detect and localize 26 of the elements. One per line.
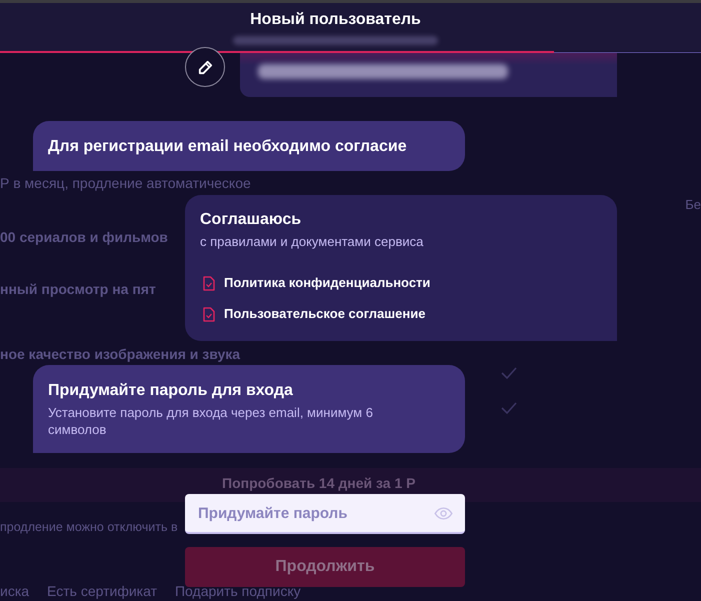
footer-link[interactable]: иска xyxy=(0,585,30,597)
pencil-icon xyxy=(196,58,214,76)
document-icon xyxy=(203,276,215,290)
check-icon xyxy=(500,401,518,415)
check-icon xyxy=(500,366,518,380)
dialog-title: Новый пользователь xyxy=(250,10,421,29)
trial-button[interactable]: Попробовать 14 дней за 1 Р xyxy=(0,468,701,502)
password-field[interactable]: Придумайте пароль xyxy=(185,494,465,534)
column-heading: Бе xyxy=(685,197,701,212)
feature-title: нный просмотр на пят xyxy=(0,280,156,299)
feature-title: 00 сериалов и фильмов xyxy=(0,228,168,247)
document-icon xyxy=(203,306,215,322)
message-title: Для регистрации email необходимо согласие xyxy=(48,137,408,156)
message-title: Соглашаюсь xyxy=(200,210,302,229)
eye-icon xyxy=(434,507,453,520)
footer-link[interactable]: Есть сертификат xyxy=(47,585,157,597)
document-link[interactable]: Пользовательское соглашение xyxy=(203,306,426,322)
document-link[interactable]: Политика конфиденциальности xyxy=(203,275,430,291)
message-title: Придумайте пароль для входа xyxy=(48,381,294,400)
price-note: Р в месяц, продление автоматическое xyxy=(0,175,251,191)
footer-link[interactable]: Подарить подписку xyxy=(174,585,301,597)
message-text: Установите пароль для входа через email, минимум 6 символов xyxy=(48,404,374,438)
feature-title: ное качество изображения и звука xyxy=(0,345,240,364)
message-text: с правилами и документами сервиса xyxy=(200,233,424,250)
renewal-note: продление можно отключить в xyxy=(0,519,178,535)
edit-button[interactable] xyxy=(185,47,225,87)
